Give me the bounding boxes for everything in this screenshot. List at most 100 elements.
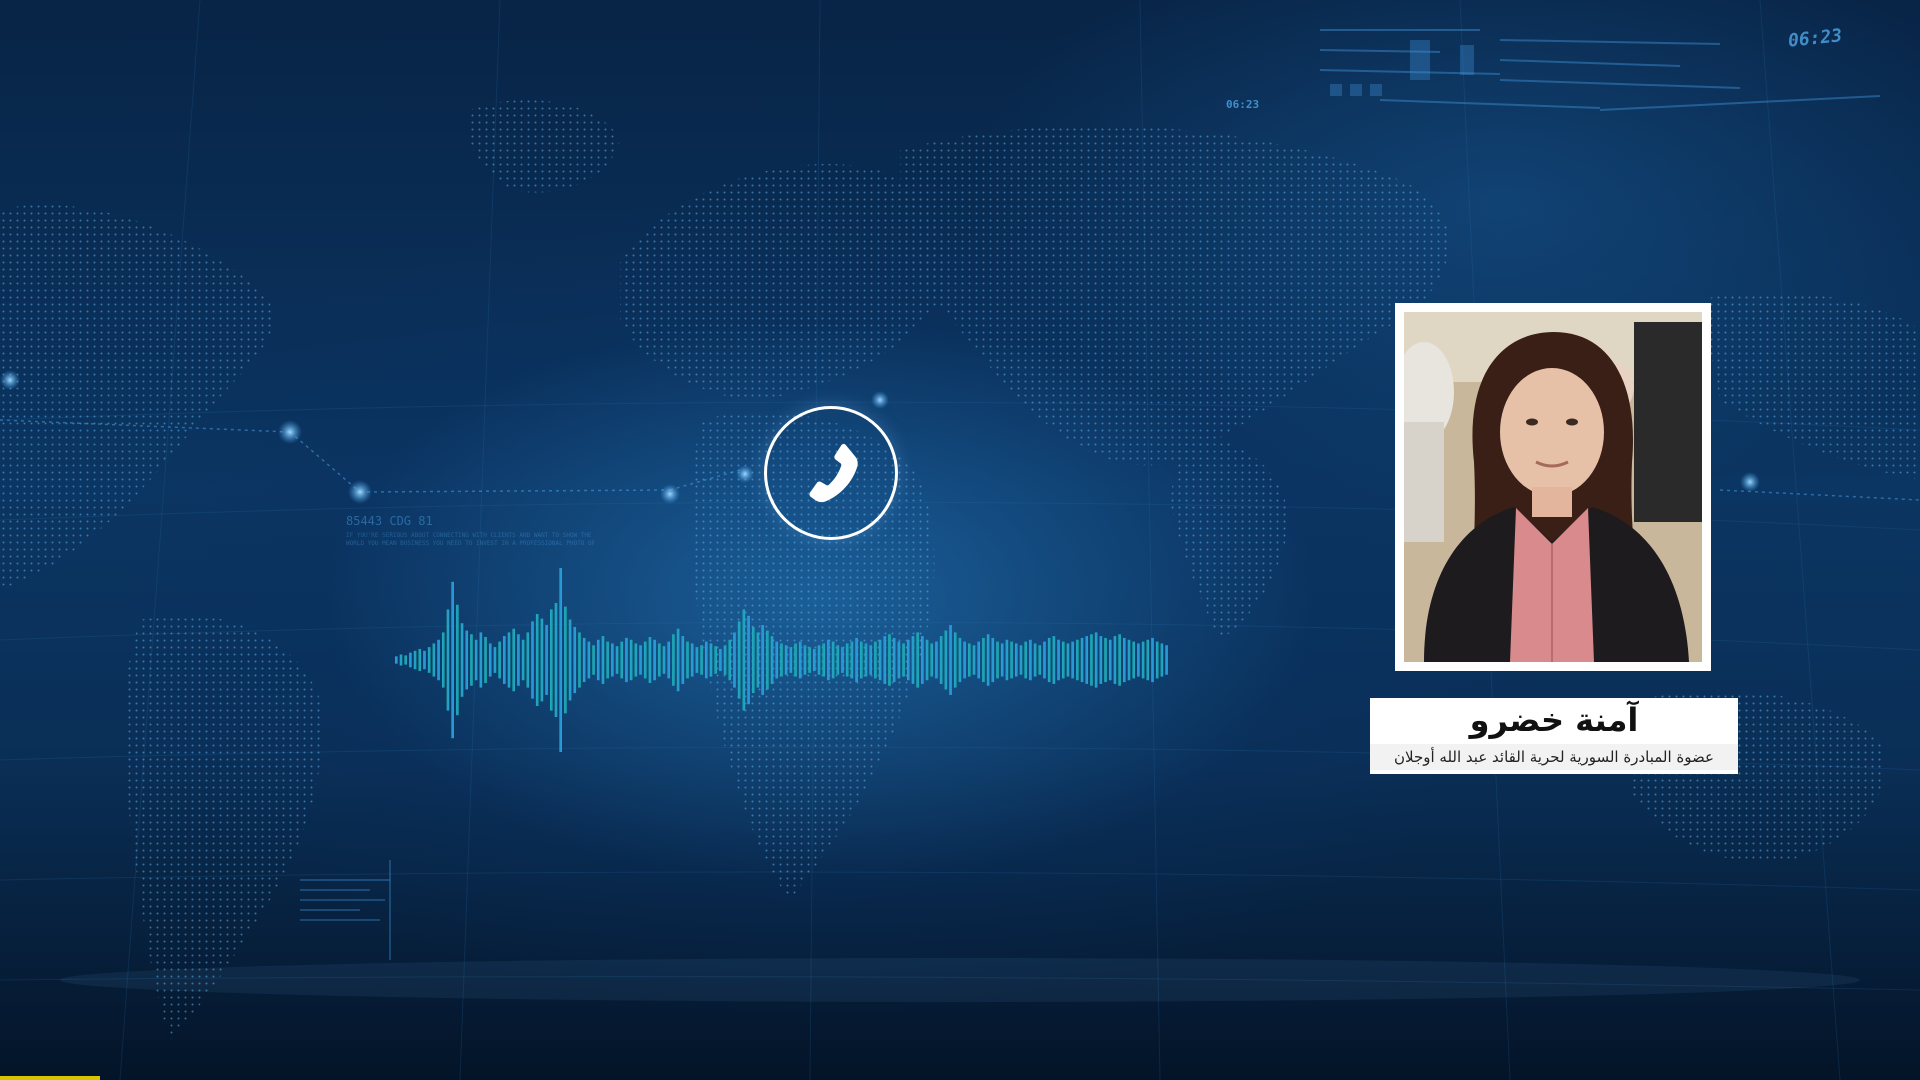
waveform-bar <box>935 641 938 679</box>
waveform-bar <box>564 606 567 714</box>
waveform-bar <box>1165 645 1168 675</box>
waveform-bar <box>991 637 995 683</box>
waveform-bar <box>1043 641 1046 679</box>
waveform-bar <box>488 643 492 677</box>
waveform-bar <box>803 645 807 675</box>
waveform-bar <box>526 632 530 688</box>
waveform-bar <box>723 645 727 675</box>
waveform-bar <box>963 641 966 679</box>
waveform-bar <box>780 643 783 677</box>
waveform-bar <box>986 634 990 686</box>
waveform-bar <box>615 646 619 674</box>
waveform-bar <box>409 652 412 668</box>
waveform-bar <box>860 641 863 679</box>
waveform-bar <box>789 647 793 673</box>
waveform-bar <box>432 643 436 677</box>
waveform-bar <box>662 646 666 674</box>
waveform-bar <box>531 621 534 699</box>
waveform-bar <box>540 618 544 702</box>
waveform-bar <box>916 632 919 688</box>
waveform-bar <box>1085 636 1089 684</box>
waveform-bar <box>911 636 915 684</box>
waveform-bar <box>737 621 741 699</box>
waveform-bar <box>1019 645 1023 675</box>
waveform-bar <box>484 637 487 683</box>
waveform-bar <box>845 643 849 677</box>
waveform-bar <box>1104 637 1107 683</box>
waveform-bar <box>1137 643 1140 677</box>
waveform-bar <box>958 637 962 683</box>
waveform-bar <box>446 609 450 711</box>
waveform-bar <box>1076 639 1079 681</box>
waveform-bar <box>639 645 642 675</box>
waveform-bar <box>413 650 417 670</box>
waveform-bar <box>460 623 464 697</box>
waveform-bar <box>939 636 943 684</box>
waveform-bar <box>756 632 760 688</box>
waveform-bar <box>587 641 591 679</box>
waveform-bar <box>700 645 703 675</box>
waveform-bar <box>742 609 746 711</box>
waveform-bar <box>606 641 609 679</box>
waveform-bar <box>470 634 473 686</box>
waveform-bar <box>906 639 910 681</box>
waveform-bar <box>1080 637 1084 683</box>
waveform-bar <box>888 634 891 686</box>
waveform-bar <box>1141 641 1145 679</box>
waveform-bar <box>667 641 670 679</box>
waveform-bar <box>695 647 699 673</box>
waveform-bar <box>719 648 722 672</box>
waveform-bar <box>395 656 398 664</box>
waveform-bar <box>751 626 755 694</box>
hud-code-label: 85443 CDG 81 <box>346 514 433 528</box>
waveform-bar <box>1094 632 1098 688</box>
waveform-bar <box>465 630 469 690</box>
waveform-bar <box>1146 639 1150 681</box>
waveform-bar <box>493 647 497 673</box>
waveform-bar <box>1033 643 1037 677</box>
waveform-bar <box>817 645 821 675</box>
waveform-bar <box>1024 641 1027 679</box>
waveform-bar <box>1123 637 1126 683</box>
waveform-bar <box>686 641 689 679</box>
waveform-bar <box>813 648 816 672</box>
waveform-bar <box>399 654 403 666</box>
waveform-bar <box>559 568 562 752</box>
video-frame: 06:23 06:23 85443 CDG 81 IF YOU'RE SERIO… <box>0 0 1920 1080</box>
waveform-bar <box>1155 641 1159 679</box>
waveform-bar <box>714 646 717 674</box>
waveform-bar <box>921 636 924 684</box>
waveform-bar <box>977 641 980 679</box>
waveform-bar <box>427 647 431 673</box>
waveform-bar <box>822 643 825 677</box>
waveform-bar <box>596 639 600 681</box>
waveform-bar <box>681 636 685 684</box>
waveform-bar <box>418 648 422 672</box>
hud-clock-small: 06:23 <box>1226 98 1260 111</box>
waveform-bar <box>672 634 675 686</box>
phone-call-button[interactable] <box>764 406 898 540</box>
waveform-bar <box>474 639 478 681</box>
waveform-bar <box>634 643 638 677</box>
waveform-bar <box>808 647 811 673</box>
guest-name: آمنة خضرو <box>1469 701 1639 739</box>
waveform-bar <box>878 639 882 681</box>
waveform-bar <box>883 636 887 684</box>
waveform-bar <box>1127 639 1131 681</box>
waveform-bar <box>1047 637 1051 683</box>
waveform-bar <box>949 625 952 695</box>
waveform-bar <box>1005 639 1009 681</box>
waveform-bar <box>573 626 577 694</box>
waveform-bar <box>658 643 661 677</box>
waveform-bar <box>705 641 708 679</box>
phone-icon <box>809 443 858 503</box>
waveform-bar <box>550 609 553 711</box>
waveform-bar <box>982 637 985 683</box>
waveform-bar <box>892 637 896 683</box>
waveform-bar <box>761 625 764 695</box>
waveform-bar <box>653 639 656 681</box>
waveform-bar <box>794 643 797 677</box>
waveform-bar <box>841 647 844 673</box>
waveform-bar <box>554 602 558 718</box>
waveform-bar <box>1090 634 1093 686</box>
